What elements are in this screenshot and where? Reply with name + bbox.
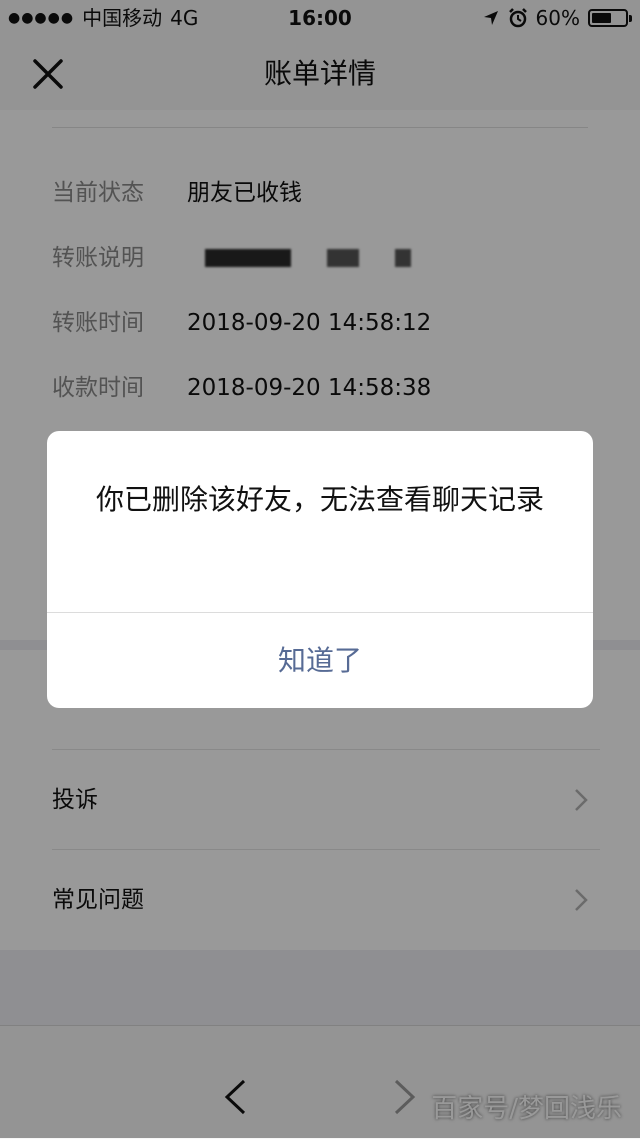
dialog-ok-button[interactable]: 知道了 xyxy=(47,613,593,708)
alert-dialog: 你已删除该好友，无法查看聊天记录 知道了 xyxy=(47,431,593,708)
dialog-message: 你已删除该好友，无法查看聊天记录 xyxy=(95,483,544,516)
